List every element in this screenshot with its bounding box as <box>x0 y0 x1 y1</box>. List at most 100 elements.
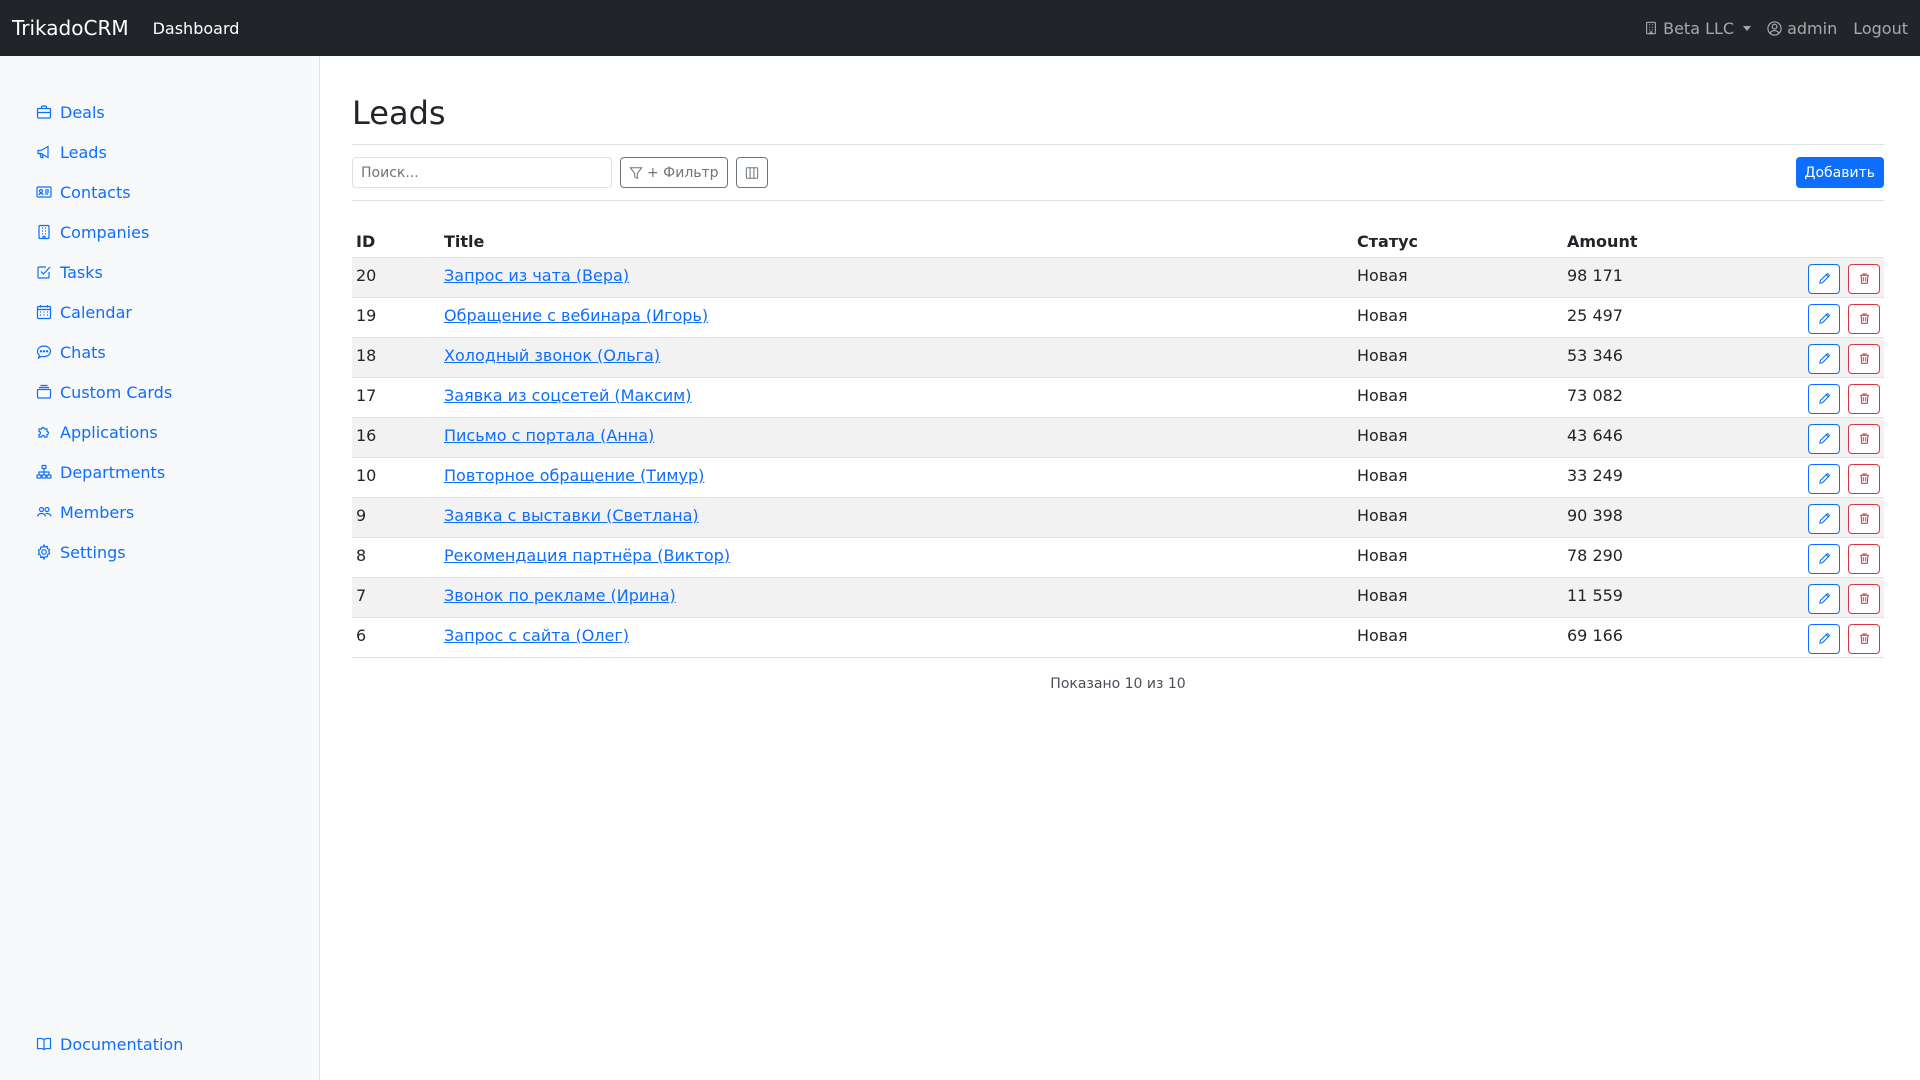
edit-button[interactable] <box>1808 543 1840 574</box>
trash-icon <box>1859 593 1869 604</box>
lead-title-link[interactable]: Запрос из чата (Вера) <box>444 266 629 285</box>
lead-title-link[interactable]: Звонок по рекламе (Ирина) <box>444 586 676 605</box>
delete-button[interactable] <box>1848 303 1880 334</box>
cell-actions <box>1763 577 1884 617</box>
table-row[interactable]: 7 Звонок по рекламе (Ирина) Новая 11 559 <box>352 577 1884 617</box>
edit-button[interactable] <box>1808 343 1840 374</box>
table-row[interactable]: 18 Холодный звонок (Ольга) Новая 53 346 <box>352 337 1884 377</box>
trash-icon <box>1859 393 1869 404</box>
pencil-icon <box>1818 312 1830 324</box>
sidebar-item-calendar[interactable]: Calendar <box>0 292 319 332</box>
sidebar-item-label: Settings <box>60 542 126 562</box>
brand-logo[interactable]: TrikadoCRM <box>12 16 129 40</box>
table-row[interactable]: 10 Повторное обращение (Тимур) Новая 33 249 <box>352 457 1884 497</box>
edit-button[interactable] <box>1808 303 1840 334</box>
gear-icon <box>37 544 51 560</box>
pencil-icon <box>1818 512 1830 524</box>
sidebar-item-documentation[interactable]: Documentation <box>0 1024 183 1064</box>
cell-status: Новая <box>1357 425 1408 445</box>
chat-icon <box>36 345 52 360</box>
lead-title-link[interactable]: Обращение с вебинара (Игорь) <box>444 306 708 325</box>
user-menu[interactable]: admin <box>1767 19 1837 38</box>
delete-button[interactable] <box>1848 343 1880 374</box>
sidebar-item-settings[interactable]: Settings <box>0 532 319 572</box>
lead-title-link[interactable]: Письмо с портала (Анна) <box>444 426 654 445</box>
column-header-status[interactable]: Статус <box>1353 223 1563 258</box>
sidebar-item-applications[interactable]: Applications <box>0 412 319 452</box>
dashboard-link[interactable]: Dashboard <box>153 19 240 38</box>
row-actions <box>1767 343 1880 374</box>
cell-id: 17 <box>356 385 377 405</box>
filter-button[interactable]: + Фильтр <box>620 157 728 188</box>
sidebar-item-chats[interactable]: Chats <box>0 332 319 372</box>
trash-icon <box>1859 553 1869 564</box>
columns-button[interactable] <box>735 157 768 188</box>
lead-title-link[interactable]: Запрос с сайта (Олег) <box>444 626 629 645</box>
trash-icon <box>1859 633 1869 644</box>
table-header-row: ID Title Статус Amount <box>352 223 1884 258</box>
delete-button[interactable] <box>1848 263 1880 294</box>
lead-title-link[interactable]: Заявка из соцсетей (Максим) <box>444 386 691 405</box>
column-header-amount[interactable]: Amount <box>1563 223 1763 258</box>
table-row[interactable]: 6 Запрос с сайта (Олег) Новая 69 166 <box>352 617 1884 657</box>
sidebar-item-leads[interactable]: Leads <box>0 132 319 172</box>
trash-icon <box>1859 433 1869 444</box>
table-row[interactable]: 17 Заявка из соцсетей (Максим) Новая 73 082 <box>352 377 1884 417</box>
sidebar-item-custom-cards[interactable]: Custom Cards <box>0 372 319 412</box>
delete-button[interactable] <box>1848 423 1880 454</box>
edit-button[interactable] <box>1808 583 1840 614</box>
lead-title-link[interactable]: Холодный звонок (Ольга) <box>444 346 660 365</box>
lead-title-link[interactable]: Повторное обращение (Тимур) <box>444 466 704 485</box>
trash-icon <box>1859 313 1869 324</box>
cell-id: 16 <box>356 425 377 445</box>
edit-button[interactable] <box>1808 263 1840 294</box>
row-actions <box>1767 423 1880 454</box>
sidebar-item-contacts[interactable]: Contacts <box>0 172 319 212</box>
pencil-icon <box>1818 432 1830 444</box>
cell-title: Запрос с сайта (Олег) <box>440 617 1353 657</box>
table-row[interactable]: 20 Запрос из чата (Вера) Новая 98 171 <box>352 257 1884 297</box>
edit-button[interactable] <box>1808 463 1840 494</box>
cell-amount: 53 346 <box>1567 345 1623 365</box>
row-actions <box>1767 543 1880 574</box>
edit-button[interactable] <box>1808 503 1840 534</box>
add-button[interactable]: Добавить <box>1795 157 1884 188</box>
column-header-id[interactable]: ID <box>352 223 440 258</box>
edit-button[interactable] <box>1808 423 1840 454</box>
cell-title: Письмо с портала (Анна) <box>440 417 1353 457</box>
table-row[interactable]: 16 Письмо с портала (Анна) Новая 43 646 <box>352 417 1884 457</box>
sidebar-item-companies[interactable]: Companies <box>0 212 319 252</box>
sidebar-item-deals[interactable]: Deals <box>0 92 319 132</box>
navbar-right: Beta LLC admin Logout <box>1644 19 1908 38</box>
delete-button[interactable] <box>1848 463 1880 494</box>
table-row[interactable]: 8 Рекомендация партнёра (Виктор) Новая 78 2… <box>352 537 1884 577</box>
search-input[interactable] <box>352 157 612 188</box>
edit-button[interactable] <box>1808 383 1840 414</box>
delete-button[interactable] <box>1848 583 1880 614</box>
lead-title-link[interactable]: Рекомендация партнёра (Виктор) <box>444 546 730 565</box>
cell-title: Холодный звонок (Ольга) <box>440 337 1353 377</box>
sidebar-item-tasks[interactable]: Tasks <box>0 252 319 292</box>
row-actions <box>1767 623 1880 654</box>
cell-actions <box>1763 337 1884 377</box>
row-actions <box>1767 263 1880 294</box>
column-header-title[interactable]: Title <box>440 223 1353 258</box>
cell-amount: 11 559 <box>1567 585 1623 605</box>
columns-icon <box>745 166 758 179</box>
table-row[interactable]: 19 Обращение с вебинара (Игорь) Новая 25 49… <box>352 297 1884 337</box>
delete-button[interactable] <box>1848 623 1880 654</box>
delete-button[interactable] <box>1848 503 1880 534</box>
page-title: Leads <box>352 94 446 132</box>
company-switcher[interactable]: Beta LLC <box>1644 19 1752 38</box>
sidebar-item-members[interactable]: Members <box>0 492 319 532</box>
calendar-icon <box>36 305 52 320</box>
delete-button[interactable] <box>1848 383 1880 414</box>
sidebar-item-departments[interactable]: Departments <box>0 452 319 492</box>
table-row[interactable]: 9 Заявка с выставки (Светлана) Новая 90 398 <box>352 497 1884 537</box>
table-body: 20 Запрос из чата (Вера) Новая 98 171 19 Обра… <box>352 257 1884 657</box>
logout-link[interactable]: Logout <box>1853 19 1908 38</box>
lead-title-link[interactable]: Заявка с выставки (Светлана) <box>444 506 699 525</box>
delete-button[interactable] <box>1848 543 1880 574</box>
edit-button[interactable] <box>1808 623 1840 654</box>
filter-button-label: + Фильтр <box>647 164 719 181</box>
